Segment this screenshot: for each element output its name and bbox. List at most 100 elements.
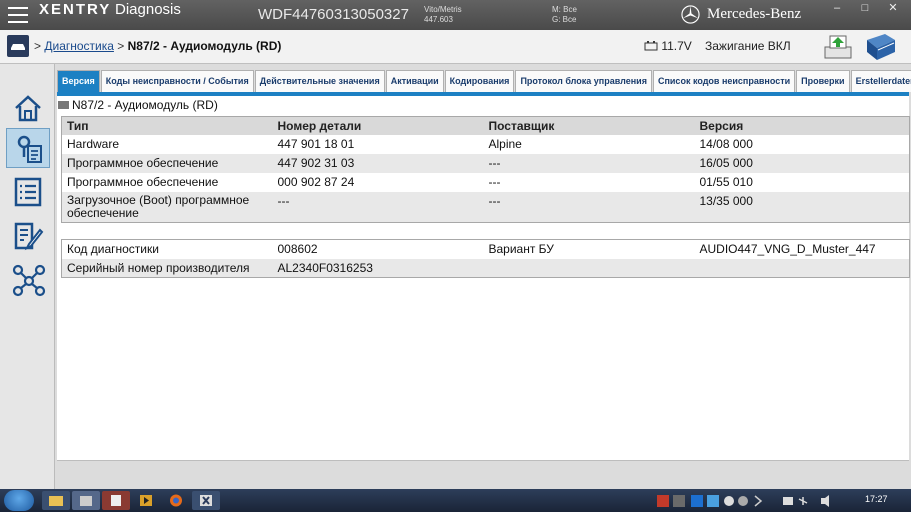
table-cell: 01/55 010 xyxy=(699,175,753,189)
table-cell: --- xyxy=(483,154,695,173)
table-cell: --- xyxy=(488,175,501,189)
gearbox-filter: G: Все xyxy=(552,15,577,24)
table-cell: Hardware xyxy=(67,137,120,151)
network-icon xyxy=(12,264,46,297)
app-brand: XENTRY xyxy=(39,1,112,18)
vin-display: WDF44760313050327 xyxy=(258,6,409,23)
column-header-version: Версия xyxy=(694,116,910,135)
table-cell: --- xyxy=(483,192,695,223)
breadcrumb-separator: > xyxy=(34,39,42,53)
xentry-icon xyxy=(200,495,212,506)
version-panel: N87/2 - Аудиомодуль (RD) Тип Номер детал… xyxy=(57,96,910,460)
sidebar-item-list[interactable] xyxy=(6,172,50,212)
close-icon[interactable]: ✕ xyxy=(886,2,900,14)
folder-icon xyxy=(49,496,63,506)
table-cell: Код диагностики xyxy=(67,242,159,256)
print-icon[interactable] xyxy=(823,33,853,61)
sidebar-item-network[interactable] xyxy=(6,260,50,300)
taskbar-item-explorer[interactable] xyxy=(42,491,70,510)
tab-checks[interactable]: Проверки xyxy=(796,70,850,92)
column-header-part-number: Номер детали xyxy=(272,116,484,135)
table-cell: AUDIO447_VNG_D_Muster_447 xyxy=(699,242,876,256)
maximize-icon[interactable]: □ xyxy=(858,2,872,14)
tab-fault-code-list[interactable]: Список кодов неисправности xyxy=(652,70,796,92)
os-taskbar: 17:27 xyxy=(0,489,911,512)
taskbar-item-window[interactable] xyxy=(72,491,100,510)
breadcrumb-current: N87/2 - Аудиомодуль (RD) xyxy=(127,39,282,53)
battery-status: 11.7V xyxy=(644,39,692,53)
sidebar-item-diagnosis[interactable] xyxy=(6,128,50,168)
car-icon[interactable] xyxy=(7,35,29,57)
tab-fault-codes-events[interactable]: Коды неисправности / События xyxy=(100,70,254,92)
tab-actual-values[interactable]: Действительные значения xyxy=(254,70,385,92)
table-cell: --- xyxy=(272,192,484,223)
info-table: Код диагностики 008602 Вариант БУ AUDIO4… xyxy=(61,239,910,278)
taskbar-item-app[interactable] xyxy=(102,491,130,510)
tab-creator-data[interactable]: Erstellerdaten xyxy=(850,70,911,92)
start-button[interactable] xyxy=(4,490,34,511)
table-cell: 000 902 87 24 xyxy=(277,175,355,189)
list-icon xyxy=(14,177,42,207)
taskbar-item-firefox[interactable] xyxy=(162,491,190,510)
tab-codings[interactable]: Кодирования xyxy=(444,70,515,92)
engine-filter: M: Все xyxy=(552,5,577,14)
ignition-status: Зажигание ВКЛ xyxy=(705,39,791,53)
table-header-row: Тип Номер детали Поставщик Версия xyxy=(61,116,910,135)
tab-bar: Версия Коды неисправности / События Дейс… xyxy=(57,70,911,92)
breadcrumb-link-diagnosis[interactable]: Диагностика xyxy=(44,39,114,53)
table-cell: Серийный номер производителя xyxy=(61,258,273,278)
table-cell: Вариант БУ xyxy=(488,242,554,256)
table-cell: 16/05 000 xyxy=(694,154,910,173)
status-area xyxy=(57,460,909,489)
battery-icon xyxy=(644,41,658,51)
version-table: Тип Номер детали Поставщик Версия Hardwa… xyxy=(61,116,910,223)
minimize-icon[interactable]: – xyxy=(830,2,844,14)
app-product: Diagnosis xyxy=(115,1,181,18)
model-code: 447.603 xyxy=(424,15,453,24)
home-icon xyxy=(15,95,41,122)
table-row: Hardware 447 901 18 01 Alpine 14/08 000 xyxy=(62,135,910,154)
table-cell xyxy=(483,258,695,278)
table-row: Код диагностики 008602 Вариант БУ AUDIO4… xyxy=(62,240,910,259)
taskbar-clock: 17:27 xyxy=(865,494,888,504)
sidebar-item-home[interactable] xyxy=(6,88,50,128)
battery-voltage: 11.7V xyxy=(661,39,692,53)
module-icon xyxy=(58,101,69,109)
menu-icon[interactable] xyxy=(8,7,28,23)
taskbar-item-xentry[interactable] xyxy=(192,491,220,510)
table-row: Программное обеспечение 000 902 87 24 --… xyxy=(62,173,910,192)
window-icon xyxy=(80,496,92,506)
breadcrumb-bar: > Диагностика > N87/2 - Аудиомодуль (RD)… xyxy=(0,30,911,64)
tab-control-unit-log[interactable]: Протокол блока управления xyxy=(515,70,652,92)
breadcrumb: > Диагностика > N87/2 - Аудиомодуль (RD) xyxy=(34,39,281,53)
title-bar: XENTRY Diagnosis WDF44760313050327 Vito/… xyxy=(0,0,911,30)
model-name: Vito/Metris xyxy=(424,5,462,14)
sidebar xyxy=(0,64,55,489)
panel-title: N87/2 - Аудиомодуль (RD) xyxy=(57,98,218,112)
table-row: Загрузочное (Boot) программное обеспечен… xyxy=(61,192,910,223)
table-cell: 447 902 31 03 xyxy=(272,154,484,173)
vehicle-model: Vito/Metris 447.603 xyxy=(424,5,462,25)
mercedes-star-icon xyxy=(681,5,700,24)
media-player-icon xyxy=(140,495,152,506)
table-cell: 447 901 18 01 xyxy=(277,137,355,151)
engine-gearbox-info: M: Все G: Все xyxy=(552,5,577,25)
column-header-type: Тип xyxy=(61,116,273,135)
tab-activations[interactable]: Активации xyxy=(385,70,444,92)
app-icon xyxy=(111,495,121,506)
sidebar-item-edit[interactable] xyxy=(6,216,50,256)
table-cell: 14/08 000 xyxy=(699,137,753,151)
table-cell: Alpine xyxy=(488,137,522,151)
table-cell: 008602 xyxy=(277,242,318,256)
edit-document-icon xyxy=(14,222,44,251)
table-cell: Программное обеспечение xyxy=(61,154,273,173)
tab-version[interactable]: Версия xyxy=(57,70,100,92)
taskbar-item-media[interactable] xyxy=(132,491,160,510)
system-tray-icons xyxy=(657,495,829,507)
help-book-icon[interactable] xyxy=(863,32,899,62)
table-cell xyxy=(694,258,910,278)
table-cell: 13/35 000 xyxy=(694,192,910,223)
maker-logo-text: Mercedes-Benz xyxy=(707,6,802,22)
table-cell: AL2340F0316253 xyxy=(272,258,484,278)
panel-title-text: N87/2 - Аудиомодуль (RD) xyxy=(72,98,218,112)
